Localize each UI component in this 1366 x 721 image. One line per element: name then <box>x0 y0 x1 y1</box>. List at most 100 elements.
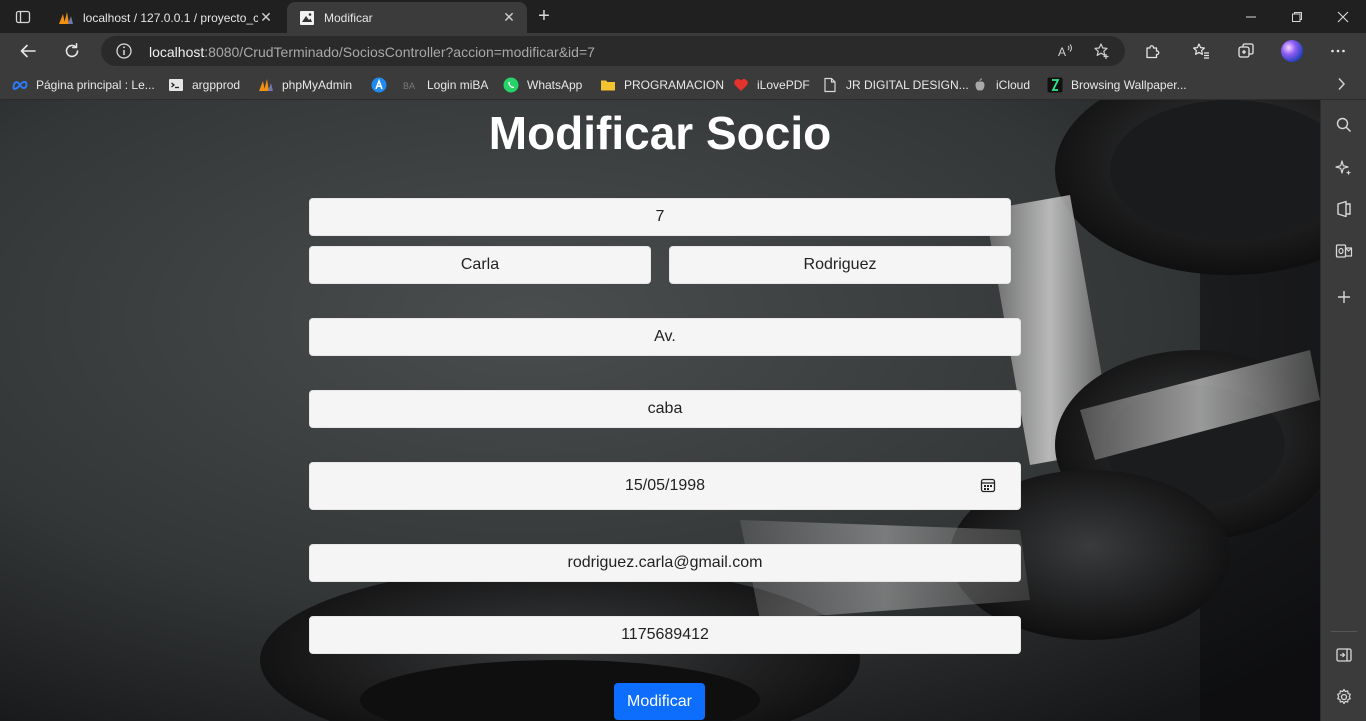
bookmark-label: Login miBA <box>427 77 489 92</box>
telefono-field[interactable]: 1175689412 <box>309 616 1021 654</box>
whatsapp-icon <box>503 77 519 92</box>
extensions-button[interactable] <box>1138 37 1168 65</box>
meta-icon <box>12 80 28 90</box>
direccion-field[interactable]: Av. <box>309 318 1021 356</box>
back-arrow-icon <box>20 44 36 58</box>
sidebar-hide-button[interactable] <box>1332 643 1356 667</box>
bookmark-ilovepdf[interactable]: iLovePDF <box>733 75 810 94</box>
read-aloud-button[interactable]: A <box>1056 41 1076 61</box>
add-favorite-button[interactable] <box>1092 41 1112 61</box>
id-field[interactable]: 7 <box>309 198 1011 236</box>
star-plus-icon <box>1094 43 1109 59</box>
sidebar-add-button[interactable] <box>1332 285 1356 309</box>
email-field[interactable]: rodriguez.carla@gmail.com <box>309 544 1021 582</box>
restore-button[interactable] <box>1274 0 1320 33</box>
search-icon <box>1336 117 1351 132</box>
bookmark-label: Browsing Wallpaper... <box>1071 77 1187 92</box>
tab-actions-icon <box>15 10 31 24</box>
sidebar-search-button[interactable] <box>1332 113 1356 137</box>
gear-icon <box>1337 688 1351 705</box>
bookmark-phpmyadmin[interactable]: phpMyAdmin <box>258 75 352 94</box>
minimize-button[interactable] <box>1228 0 1274 33</box>
bookmark-whatsapp[interactable]: WhatsApp <box>503 75 582 94</box>
more-horizontal-icon <box>1331 49 1345 53</box>
close-tab-icon[interactable]: ✕ <box>501 9 517 26</box>
bookmark-label: iCloud <box>996 77 1031 92</box>
bookmark-label: JR DIGITAL DESIGN... <box>846 77 969 92</box>
sparkle-icon <box>1335 160 1352 176</box>
close-window-button[interactable] <box>1320 0 1366 33</box>
bookmark-label: iLovePDF <box>757 77 810 92</box>
fecha-nacimiento-value: 15/05/1998 <box>624 477 706 494</box>
puzzle-icon <box>1146 45 1160 59</box>
svg-text:BA: BA <box>403 81 415 91</box>
collections-button[interactable] <box>1231 37 1261 65</box>
wallpaper-icon <box>1047 77 1063 92</box>
page-icon <box>300 10 314 25</box>
restore-icon <box>1292 11 1302 22</box>
address-bar[interactable]: localhost:8080/CrudTerminado/SociosContr… <box>101 36 1125 66</box>
folder-icon <box>601 80 615 90</box>
plus-icon <box>1338 291 1350 303</box>
bookmark-login-miba[interactable]: BA Login miBA <box>403 75 488 94</box>
bookmark-pagina-principal[interactable]: Página principal : Le... <box>12 75 155 94</box>
phpmyadmin-icon <box>59 11 73 24</box>
bookmark-label: argpprod <box>192 77 241 92</box>
apellido-field[interactable]: Rodriguez <box>669 246 1011 284</box>
bookmark-programacion[interactable]: PROGRAMACION <box>600 75 724 94</box>
chevron-right-icon[interactable] <box>1332 75 1350 93</box>
a-circle-icon <box>371 77 387 92</box>
bookmark-label: WhatsApp <box>527 77 583 92</box>
phpmyadmin-icon <box>259 78 273 91</box>
nombre-field[interactable]: Carla <box>309 246 651 284</box>
tab-phpmyadmin[interactable]: localhost / 127.0.0.1 / proyecto_c ✕ <box>46 2 284 33</box>
edge-sidebar <box>1320 100 1366 721</box>
url-host: localhost <box>149 44 205 60</box>
reload-button[interactable] <box>57 37 87 65</box>
favorites-icon <box>1193 43 1209 59</box>
page-viewport: Modificar Socio 7 Carla Rodriguez Av. ca… <box>0 100 1320 721</box>
localidad-field[interactable]: caba <box>309 390 1021 428</box>
bookmark-argpprod[interactable]: argpprod <box>168 75 240 94</box>
url-path: :8080/CrudTerminado/SociosController?acc… <box>204 44 595 60</box>
outlook-icon <box>1335 244 1353 258</box>
bookmark-browsing-wallpaper[interactable]: Browsing Wallpaper... <box>1047 75 1187 94</box>
tab-title: localhost / 127.0.0.1 / proyecto_c <box>83 10 258 25</box>
reload-icon <box>65 43 79 58</box>
favorites-button[interactable] <box>1186 37 1216 65</box>
url-text[interactable]: localhost:8080/CrudTerminado/SociosContr… <box>149 44 595 60</box>
collections-icon <box>1238 43 1254 58</box>
bookmarks-bar: Página principal : Le... argpprod phpMyA… <box>0 69 1366 100</box>
ba-icon: BA <box>403 81 415 91</box>
bookmark-icloud[interactable]: iCloud <box>972 75 1030 94</box>
office-icon <box>1337 200 1351 218</box>
calendar-icon[interactable] <box>980 477 996 493</box>
panel-collapse-icon <box>1336 648 1352 662</box>
modificar-button[interactable]: Modificar <box>614 683 705 720</box>
site-info-icon[interactable] <box>115 42 133 60</box>
terminal-icon <box>169 78 183 91</box>
bookmark-label: Página principal : Le... <box>36 77 155 92</box>
document-icon <box>824 77 836 92</box>
new-tab-button[interactable]: + <box>532 5 556 29</box>
sidebar-copilot-button[interactable] <box>1332 156 1356 180</box>
bookmark-label: PROGRAMACION <box>624 77 725 92</box>
more-menu-button[interactable] <box>1323 37 1353 65</box>
back-button[interactable] <box>13 37 43 65</box>
close-icon <box>1337 11 1349 22</box>
sidebar-settings-button[interactable] <box>1332 685 1356 709</box>
tab-modificar[interactable]: Modificar ✕ <box>287 2 527 33</box>
profile-button[interactable] <box>1277 37 1307 65</box>
sidebar-office-button[interactable] <box>1332 197 1356 221</box>
bookmark-jr-digital[interactable]: JR DIGITAL DESIGN... <box>822 75 969 94</box>
tab-actions-button[interactable] <box>6 4 40 30</box>
tab-title: Modificar <box>324 10 373 25</box>
avatar <box>1281 40 1303 62</box>
apple-icon <box>975 77 985 91</box>
page-title: Modificar Socio <box>488 107 832 159</box>
bookmark-a-app[interactable] <box>371 75 395 94</box>
sidebar-outlook-button[interactable] <box>1332 239 1356 263</box>
close-tab-icon[interactable]: ✕ <box>258 9 274 26</box>
minimize-icon <box>1246 16 1256 17</box>
fecha-nacimiento-field[interactable]: 15/05/1998 <box>309 462 1021 510</box>
